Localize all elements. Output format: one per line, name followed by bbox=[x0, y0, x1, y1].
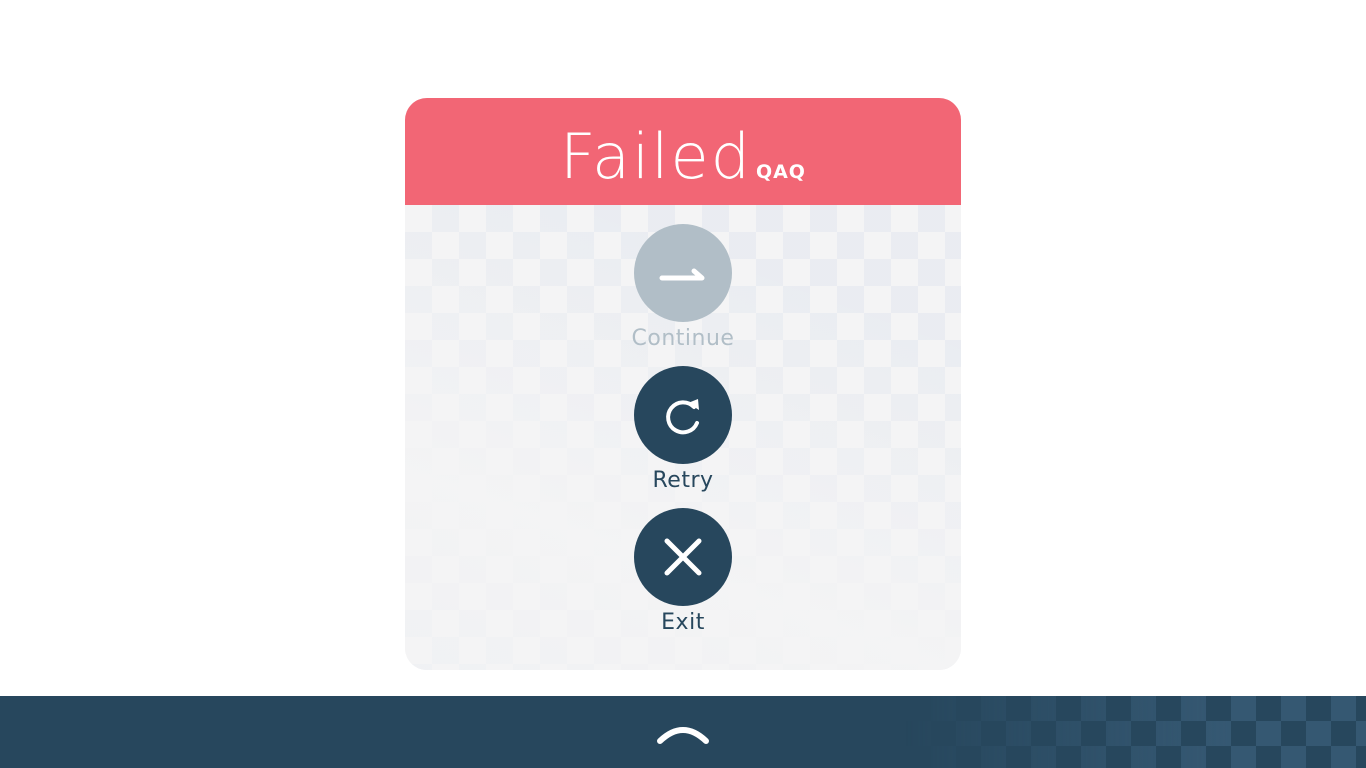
bottom-bar bbox=[0, 696, 1366, 768]
result-dialog: Failed QAQ Continue Retry Exit bbox=[405, 98, 961, 670]
exit-label: Exit bbox=[661, 610, 705, 635]
continue-action: Continue bbox=[632, 224, 734, 351]
retry-button[interactable] bbox=[634, 366, 732, 464]
game-screen: Failed QAQ Continue Retry Exit bbox=[0, 0, 1366, 768]
bottom-bar-pattern bbox=[906, 696, 1366, 768]
dialog-header: Failed QAQ bbox=[405, 98, 961, 205]
expand-panel-button[interactable] bbox=[653, 712, 713, 752]
title-row: Failed QAQ bbox=[405, 120, 961, 193]
exit-button[interactable] bbox=[634, 508, 732, 606]
result-title-suffix: QAQ bbox=[755, 161, 806, 183]
retry-label: Retry bbox=[652, 468, 714, 493]
result-title: Failed bbox=[560, 120, 752, 193]
exit-action: Exit bbox=[634, 508, 732, 635]
restart-icon bbox=[666, 399, 699, 435]
continue-label: Continue bbox=[631, 326, 735, 351]
chevron-up-icon bbox=[657, 727, 709, 744]
retry-action: Retry bbox=[634, 366, 732, 493]
close-icon bbox=[664, 538, 702, 576]
arrow-right-icon bbox=[659, 268, 705, 281]
continue-button[interactable] bbox=[634, 224, 732, 322]
